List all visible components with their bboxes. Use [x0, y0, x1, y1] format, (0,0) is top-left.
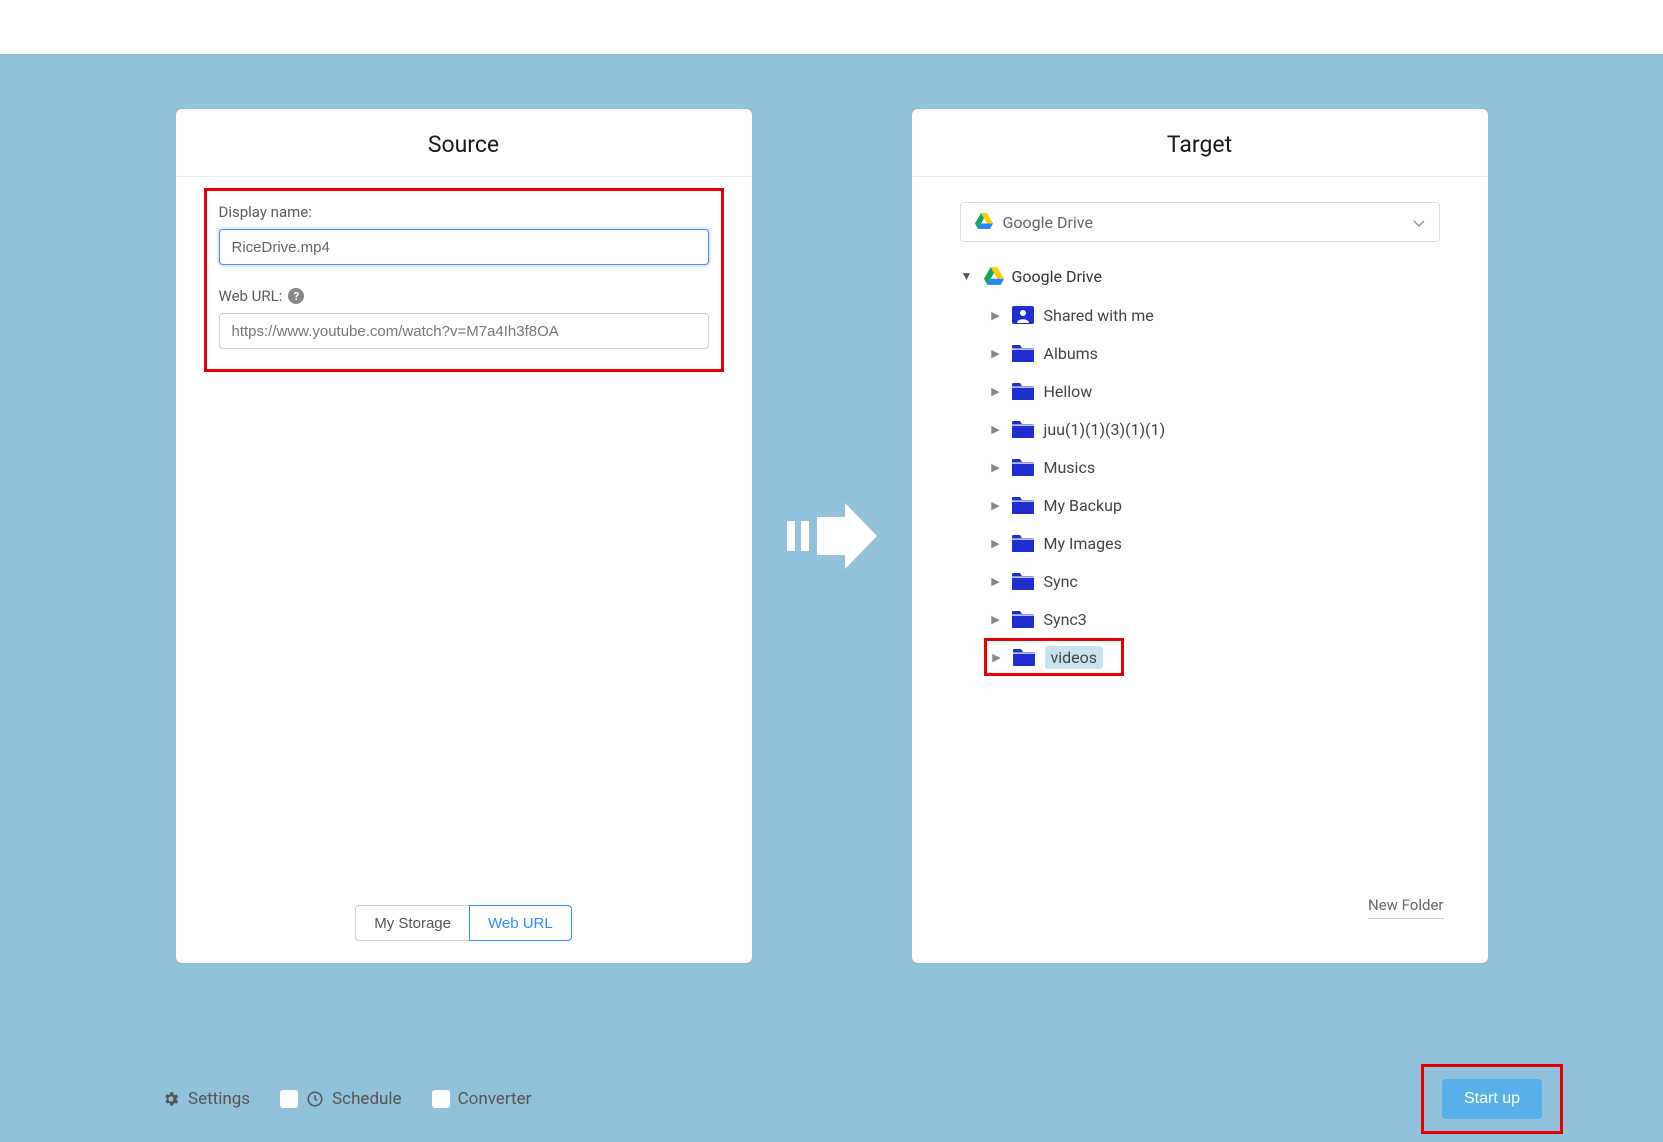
- expand-icon[interactable]: ▶: [990, 347, 1002, 360]
- tree-row[interactable]: ▶ Musics: [990, 448, 1440, 486]
- folder-label: Sync3: [1044, 610, 1087, 629]
- display-name-input[interactable]: [219, 229, 709, 265]
- folder-icon: [1012, 344, 1034, 362]
- folder-label: Musics: [1044, 458, 1096, 477]
- folder-icon: [1012, 496, 1034, 514]
- folder-icon: [1013, 648, 1035, 666]
- tree-row[interactable]: ▶ Sync: [990, 562, 1440, 600]
- chevron-down-icon: [1413, 213, 1425, 232]
- transfer-arrow-gap: [752, 109, 912, 963]
- my-storage-tab[interactable]: My Storage: [355, 905, 469, 941]
- expand-icon[interactable]: ▶: [990, 309, 1002, 322]
- tree-row[interactable]: ▶ Shared with me: [990, 296, 1440, 334]
- folder-icon: [1012, 610, 1034, 628]
- converter-checkbox[interactable]: [432, 1090, 450, 1108]
- help-icon[interactable]: ?: [288, 288, 304, 304]
- folder-label: videos: [1045, 646, 1104, 669]
- folder-label: Hellow: [1044, 382, 1093, 401]
- tree-row[interactable]: ▶ Sync3: [990, 600, 1440, 638]
- folder-label: My Images: [1044, 534, 1122, 553]
- videos-folder-highlight: ▶ videos: [984, 638, 1125, 676]
- target-title: Target: [912, 109, 1488, 177]
- tree-root-label: Google Drive: [1012, 267, 1102, 286]
- settings-label: Settings: [188, 1089, 250, 1109]
- web-url-label: Web URL: ?: [219, 287, 709, 305]
- settings-button[interactable]: Settings: [162, 1089, 250, 1109]
- start-highlight: Start up: [1421, 1064, 1563, 1134]
- clock-icon: [306, 1090, 324, 1108]
- folder-tree: ▼ Google Drive ▶ Shared with me ▶ Albums ▶ He…: [912, 260, 1488, 676]
- schedule-toggle[interactable]: Schedule: [280, 1089, 401, 1109]
- folder-icon: [1012, 572, 1034, 590]
- collapse-icon[interactable]: ▼: [960, 269, 974, 283]
- expand-icon[interactable]: ▶: [990, 613, 1002, 626]
- folder-icon: [1012, 420, 1034, 438]
- drive-selector-label: Google Drive: [1003, 213, 1093, 232]
- expand-icon[interactable]: ▶: [990, 537, 1002, 550]
- bottom-bar: Settings Schedule Converter Start up: [162, 1064, 1563, 1134]
- display-name-label: Display name:: [219, 203, 709, 221]
- target-panel: Target Google Drive ▼: [912, 109, 1488, 963]
- tree-row[interactable]: ▶ juu(1)(1)(3)(1)(1): [990, 410, 1440, 448]
- tree-row[interactable]: ▶ Hellow: [990, 372, 1440, 410]
- folder-label: Albums: [1044, 344, 1098, 363]
- expand-icon[interactable]: ▶: [990, 385, 1002, 398]
- folder-label: juu(1)(1)(3)(1)(1): [1044, 420, 1166, 439]
- web-url-tab[interactable]: Web URL: [469, 905, 572, 941]
- expand-icon[interactable]: ▶: [990, 423, 1002, 436]
- folder-icon: [1012, 382, 1034, 400]
- expand-icon[interactable]: ▶: [991, 651, 1003, 664]
- folder-label: Shared with me: [1044, 306, 1154, 325]
- folder-label: Sync: [1044, 572, 1078, 591]
- source-panel: Source Display name: Web URL: ? My Stora…: [176, 109, 752, 963]
- shared-with-me-icon: [1012, 306, 1034, 324]
- expand-icon[interactable]: ▶: [990, 461, 1002, 474]
- source-title: Source: [176, 109, 752, 177]
- start-up-button[interactable]: Start up: [1442, 1079, 1542, 1119]
- tree-row[interactable]: ▶ videos: [991, 646, 1104, 669]
- schedule-checkbox[interactable]: [280, 1090, 298, 1108]
- tree-row[interactable]: ▶ My Backup: [990, 486, 1440, 524]
- google-drive-icon: [975, 213, 993, 231]
- transfer-arrow-icon: [787, 503, 877, 569]
- expand-icon[interactable]: ▶: [990, 575, 1002, 588]
- gear-icon: [162, 1090, 180, 1108]
- drive-selector[interactable]: Google Drive: [960, 202, 1440, 242]
- web-url-input[interactable]: [219, 313, 709, 349]
- converter-toggle[interactable]: Converter: [432, 1089, 532, 1109]
- tree-row[interactable]: ▶ Albums: [990, 334, 1440, 372]
- source-tabs: My Storage Web URL: [176, 905, 752, 941]
- tree-row[interactable]: ▶ My Images: [990, 524, 1440, 562]
- source-form-highlight: Display name: Web URL: ?: [204, 188, 724, 372]
- google-drive-icon: [984, 267, 1002, 285]
- converter-label: Converter: [458, 1089, 532, 1109]
- tree-root[interactable]: ▼ Google Drive: [960, 260, 1440, 292]
- new-folder-button[interactable]: New Folder: [1368, 896, 1443, 919]
- folder-icon: [1012, 534, 1034, 552]
- folder-label: My Backup: [1044, 496, 1122, 515]
- web-url-label-text: Web URL:: [219, 287, 283, 305]
- folder-icon: [1012, 458, 1034, 476]
- expand-icon[interactable]: ▶: [990, 499, 1002, 512]
- schedule-label: Schedule: [332, 1089, 401, 1109]
